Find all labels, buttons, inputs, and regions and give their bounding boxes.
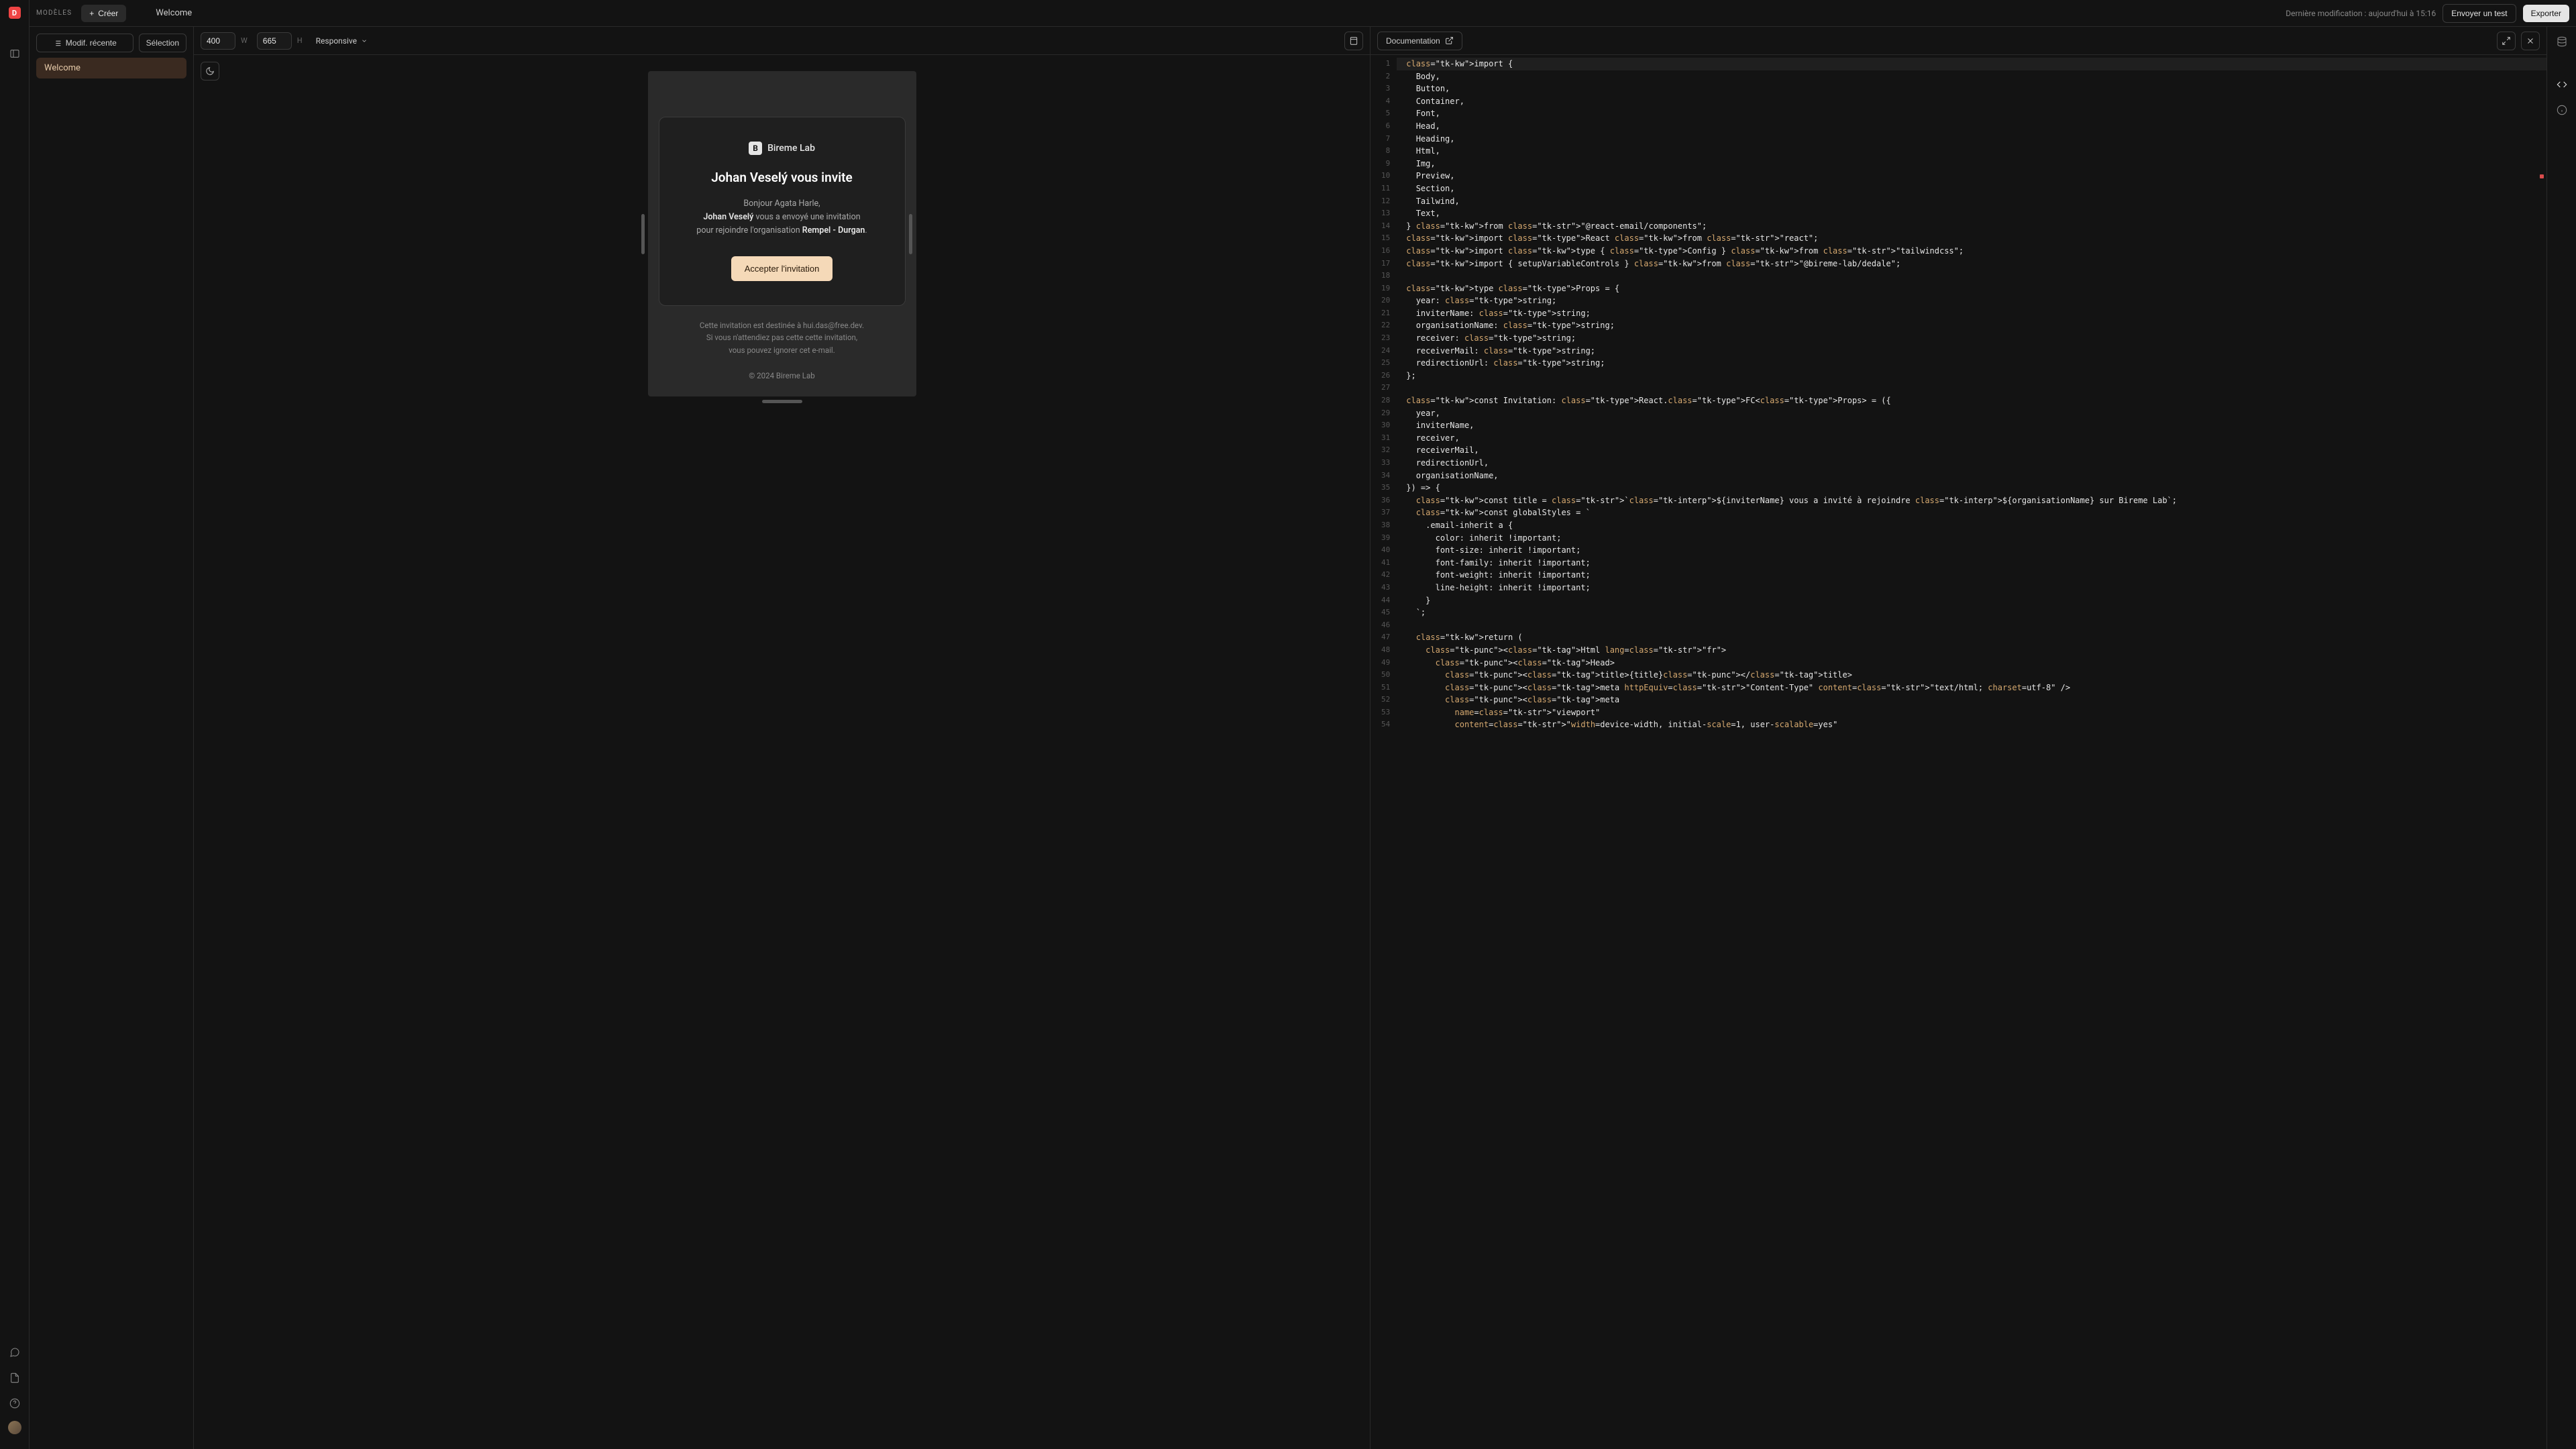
email-frame: B Bireme Lab Johan Veselý vous invite Bo… [648,71,916,396]
code-panel: Documentation 12345678910111213141516171… [1371,27,2546,1449]
brand-badge: B [749,142,762,155]
sort-recent-button[interactable]: Modif. récente [36,34,133,52]
error-indicator-icon[interactable] [2540,174,2544,178]
tree-item-welcome[interactable]: Welcome [36,58,186,78]
tab-welcome[interactable]: Welcome [156,8,192,18]
topbar: MODÈLES +Créer Welcome Dernière modifica… [30,0,2576,27]
documentation-button[interactable]: Documentation [1377,32,1462,50]
resize-handle-left[interactable] [641,214,645,254]
canvas: W H Responsive [194,27,1371,1449]
resize-handle-bottom[interactable] [762,400,802,403]
panel-left-icon[interactable] [7,46,23,62]
height-input[interactable] [257,32,292,50]
help-icon[interactable] [7,1395,23,1411]
export-button[interactable]: Exporter [2523,5,2569,22]
chat-icon[interactable] [7,1344,23,1360]
email-body: Bonjour Agata Harle, Johan Veselý vous a… [678,197,886,237]
app-logo[interactable]: D [9,7,21,19]
preview-area: B Bireme Lab Johan Veselý vous invite Bo… [194,55,1370,1449]
left-rail: D [0,0,30,1449]
expand-icon[interactable] [2497,32,2516,50]
info-icon[interactable] [2554,102,2570,118]
send-test-button[interactable]: Envoyer un test [2443,4,2516,23]
sidebar: Modif. récente Sélection Welcome [30,27,194,1449]
email-title: Johan Veselý vous invite [678,170,886,185]
theme-toggle-icon[interactable] [201,62,219,80]
accept-button[interactable]: Accepter l'invitation [731,256,833,281]
modeles-label: MODÈLES [36,9,72,17]
close-icon[interactable] [2521,32,2540,50]
email-footer: Cette invitation est destinée à hui.das@… [659,319,906,356]
last-modified: Dernière modification : aujourd'hui à 15… [2286,9,2436,18]
file-icon[interactable] [7,1370,23,1386]
code-tab-icon[interactable] [2554,76,2570,93]
code-editor[interactable]: 1234567891011121314151617181920212223242… [1371,55,2546,1449]
avatar[interactable] [8,1421,21,1434]
right-rail [2546,27,2576,1449]
brand-name: Bireme Lab [767,143,815,154]
width-label: W [241,36,248,45]
responsive-dropdown[interactable]: Responsive [316,36,368,46]
resize-handle-right[interactable] [909,214,912,254]
height-label: H [297,36,303,45]
database-icon[interactable] [2554,34,2570,50]
width-input[interactable] [201,32,235,50]
device-toggle-icon[interactable] [1344,32,1363,50]
email-copyright: © 2024 Bireme Lab [659,371,906,380]
canvas-toolbar: W H Responsive [194,27,1370,55]
selection-button[interactable]: Sélection [139,34,186,52]
create-button[interactable]: +Créer [81,5,126,22]
